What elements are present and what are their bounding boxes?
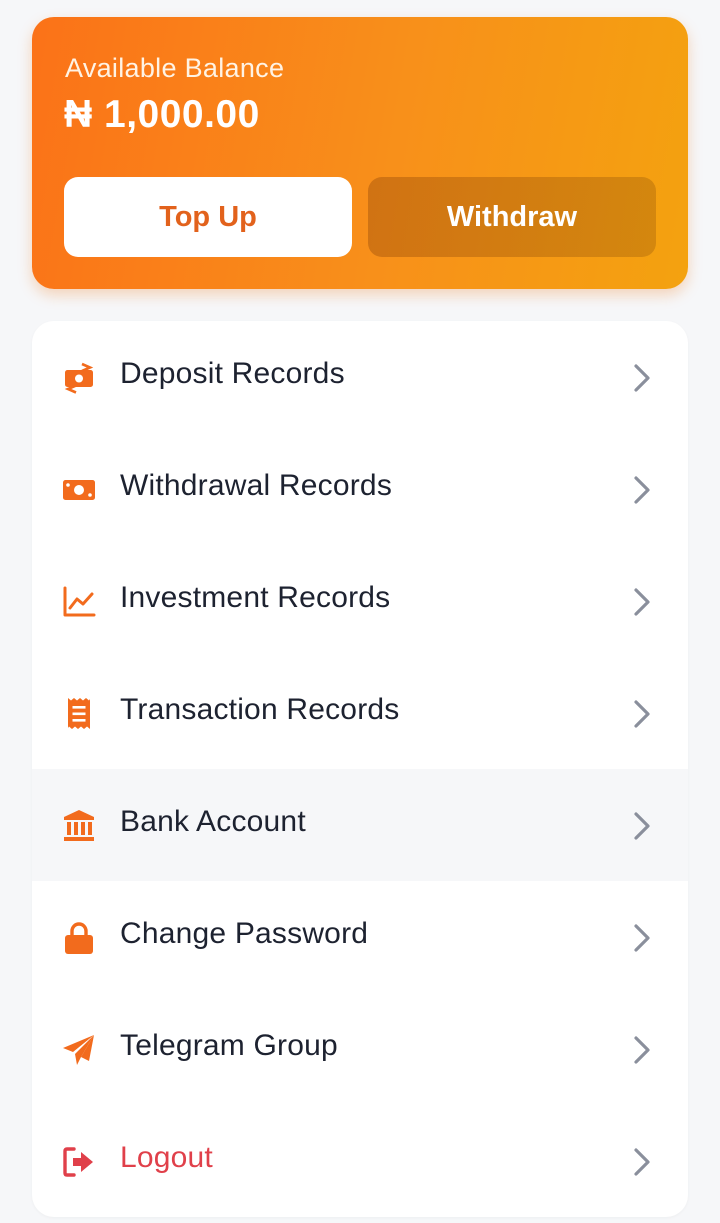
money-bill-icon (63, 480, 95, 500)
chevron-right-icon (634, 812, 650, 840)
menu-list: Deposit Records Withdrawal Records Inves… (32, 321, 688, 1217)
chevron-right-icon (634, 700, 650, 728)
menu-item-label: Telegram Group (120, 1029, 338, 1062)
menu-item-deposit-records[interactable]: Deposit Records (32, 321, 688, 433)
balance-card: Available Balance ₦ 1,000.00 Top Up With… (32, 17, 688, 289)
logout-icon (63, 1147, 93, 1177)
menu-item-label: Deposit Records (120, 357, 345, 390)
top-up-button[interactable]: Top Up (64, 177, 352, 257)
balance-amount: ₦ 1,000.00 (64, 93, 260, 136)
bank-icon (64, 810, 94, 841)
menu-item-label: Transaction Records (120, 693, 400, 726)
menu-item-logout[interactable]: Logout (32, 1105, 688, 1217)
menu-item-label: Logout (120, 1141, 213, 1174)
chevron-right-icon (634, 588, 650, 616)
menu-item-investment-records[interactable]: Investment Records (32, 545, 688, 657)
chevron-right-icon (634, 1148, 650, 1176)
wallet-screen: Available Balance ₦ 1,000.00 Top Up With… (0, 0, 720, 1223)
receipt-icon (68, 698, 90, 729)
balance-label: Available Balance (65, 53, 285, 83)
paper-plane-icon (63, 1035, 94, 1065)
chevron-right-icon (634, 476, 650, 504)
menu-item-bank-account[interactable]: Bank Account (32, 769, 688, 881)
menu-item-label: Change Password (120, 917, 369, 950)
menu-item-telegram-group[interactable]: Telegram Group (32, 993, 688, 1105)
menu-item-label: Bank Account (120, 805, 306, 838)
line-chart-icon (63, 586, 96, 617)
withdraw-button[interactable]: Withdraw (368, 177, 656, 257)
money-transfer-icon (64, 362, 94, 394)
menu-item-label: Investment Records (120, 581, 391, 614)
chevron-right-icon (634, 364, 650, 392)
chevron-right-icon (634, 1036, 650, 1064)
chevron-right-icon (634, 924, 650, 952)
menu-item-label: Withdrawal Records (120, 469, 393, 502)
menu-item-transaction-records[interactable]: Transaction Records (32, 657, 688, 769)
menu-item-change-password[interactable]: Change Password (32, 881, 688, 993)
lock-icon (65, 922, 93, 954)
menu-item-withdrawal-records[interactable]: Withdrawal Records (32, 433, 688, 545)
